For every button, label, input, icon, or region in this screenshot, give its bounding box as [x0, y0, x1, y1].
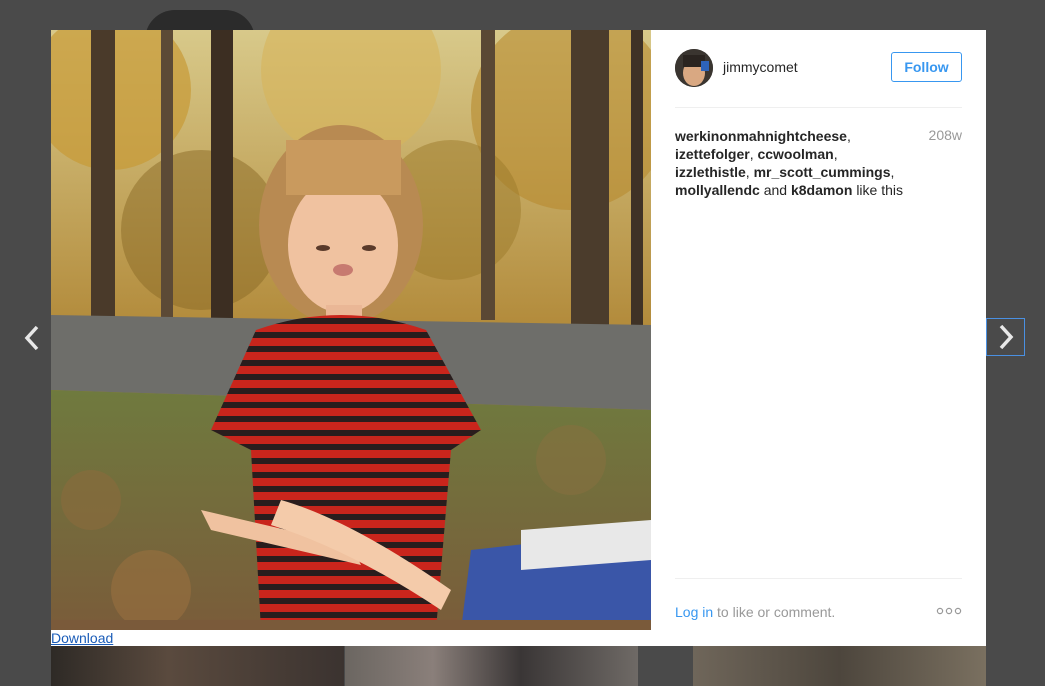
- avatar[interactable]: [675, 49, 713, 87]
- liker-link[interactable]: izzlethistle: [675, 164, 746, 180]
- download-link[interactable]: Download: [51, 630, 114, 646]
- previous-post-button[interactable]: [18, 318, 46, 358]
- liker-link[interactable]: k8damon: [791, 182, 852, 198]
- post-photo-image: [51, 30, 651, 630]
- login-link[interactable]: Log in: [675, 604, 713, 620]
- liker-link[interactable]: mr_scott_cummings: [754, 164, 891, 180]
- background-thumbnail: [345, 646, 638, 686]
- post-age[interactable]: 208w: [929, 127, 962, 143]
- likes-and-text: and: [763, 182, 788, 198]
- liker-link[interactable]: izettefolger: [675, 146, 750, 162]
- likes-suffix-text: like this: [856, 182, 903, 198]
- next-post-button[interactable]: [986, 318, 1025, 356]
- username-link[interactable]: jimmycomet: [723, 59, 798, 75]
- post-modal: Download jimmycomet Follow werkinonmahni…: [51, 30, 986, 646]
- post-photo: [51, 30, 651, 630]
- background-thumbnail: [51, 646, 344, 686]
- chevron-right-icon: [999, 324, 1014, 350]
- avatar-image: [675, 49, 713, 87]
- likes-summary: werkinonmahnightcheese, izettefolger, cc…: [675, 128, 903, 198]
- login-prompt: Log in to like or comment.: [675, 604, 835, 620]
- more-options-dots: [936, 607, 962, 615]
- follow-button[interactable]: Follow: [891, 52, 962, 82]
- liker-link[interactable]: mollyallendc: [675, 182, 760, 198]
- liker-link[interactable]: werkinonmahnightcheese: [675, 128, 847, 144]
- post-footer: Log in to like or comment.: [675, 578, 962, 629]
- post-sidebar: jimmycomet Follow werkinonmahnightcheese…: [675, 30, 962, 646]
- background-thumbnail: [693, 646, 986, 686]
- login-suffix-text: to like or comment.: [717, 604, 836, 620]
- chevron-left-icon: [24, 325, 39, 351]
- liker-link[interactable]: ccwoolman: [757, 146, 833, 162]
- more-options-icon[interactable]: [936, 603, 962, 619]
- post-header: jimmycomet Follow: [675, 49, 962, 108]
